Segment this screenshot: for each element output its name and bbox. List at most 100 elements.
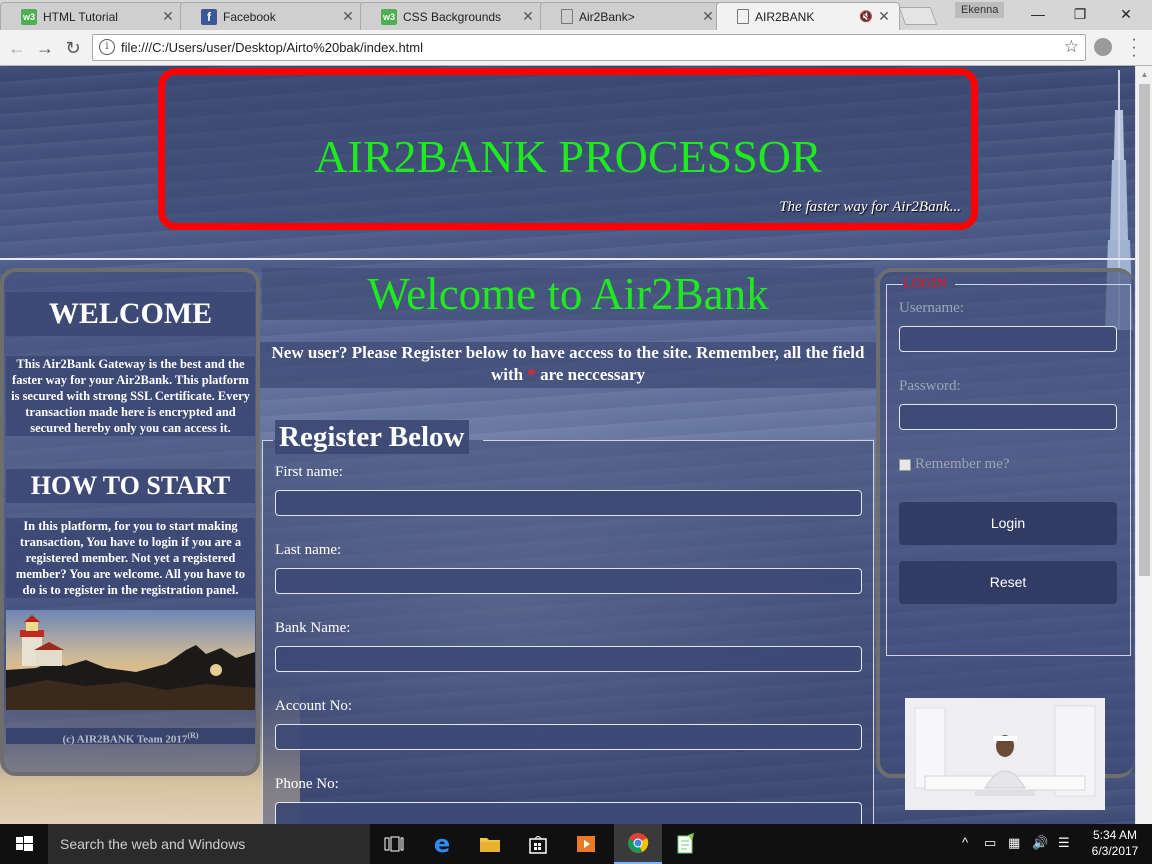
- password-label: Password:: [899, 378, 961, 394]
- store-icon[interactable]: [514, 824, 562, 864]
- web-page: AIR2BANK PROCESSOR The faster way for Ai…: [0, 66, 1135, 824]
- last-name-label: Last name:: [275, 542, 342, 558]
- site-tagline: The faster way for Air2Bank...: [779, 199, 961, 215]
- account-no-input[interactable]: [275, 724, 862, 750]
- tab-air2bank-processor[interactable]: Air2Bank> ✕: [540, 2, 724, 30]
- welcome-heading: WELCOME: [6, 292, 255, 336]
- info-icon[interactable]: i: [99, 39, 115, 55]
- browser-chrome: w3 HTML Tutorial ✕ f Facebook ✕ w3 CSS B…: [0, 0, 1152, 66]
- tab-title: Air2Bank>: [579, 9, 635, 24]
- register-legend: Register Below: [275, 420, 469, 454]
- bank-name-input[interactable]: [275, 646, 862, 672]
- bookmark-star-icon[interactable]: ☆: [1064, 37, 1079, 57]
- login-legend: LOGIN: [903, 276, 947, 291]
- site-header: AIR2BANK PROCESSOR The faster way for Ai…: [158, 68, 978, 230]
- close-icon[interactable]: ✕: [701, 8, 715, 25]
- remember-me-checkbox[interactable]: [899, 459, 911, 471]
- copyright-footer: (c) AIR2BANK Team 2017(R): [6, 728, 255, 746]
- profile-name[interactable]: Ekenna: [955, 2, 1005, 18]
- url-text[interactable]: file:///C:/Users/user/Desktop/Airto%20ba…: [121, 40, 423, 55]
- required-asterisk: *: [527, 365, 536, 384]
- lighthouse-image: [6, 610, 255, 710]
- tab-title: CSS Backgrounds: [403, 9, 502, 24]
- password-input[interactable]: [899, 404, 1117, 430]
- clock-date: 6/3/2017: [1091, 844, 1139, 858]
- mute-icon[interactable]: 🔇: [859, 10, 873, 23]
- registration-notice: New user? Please Register below to have …: [260, 342, 876, 388]
- notifications-icon[interactable]: ☰: [1058, 835, 1070, 851]
- document-icon: [561, 9, 573, 24]
- last-name-input[interactable]: [275, 568, 862, 594]
- close-window-icon[interactable]: ✕: [1114, 4, 1138, 24]
- browser-toolbar: ← → ↻ i file:///C:/Users/user/Desktop/Ai…: [0, 30, 1152, 66]
- close-icon[interactable]: ✕: [161, 8, 175, 25]
- username-input[interactable]: [899, 326, 1117, 352]
- tab-strip: w3 HTML Tutorial ✕ f Facebook ✕ w3 CSS B…: [0, 0, 1152, 30]
- first-name-input[interactable]: [275, 490, 862, 516]
- chrome-icon[interactable]: [614, 824, 662, 864]
- tab-facebook[interactable]: f Facebook ✕: [180, 2, 364, 30]
- how-to-start-heading: HOW TO START: [6, 469, 255, 503]
- minimize-icon[interactable]: —: [1026, 4, 1050, 24]
- address-bar[interactable]: i file:///C:/Users/user/Desktop/Airto%20…: [92, 34, 1086, 61]
- edge-browser-icon[interactable]: e: [418, 824, 466, 864]
- login-button[interactable]: Login: [899, 502, 1117, 545]
- close-icon[interactable]: ✕: [877, 8, 891, 25]
- close-icon[interactable]: ✕: [341, 8, 355, 25]
- tab-html-tutorial[interactable]: w3 HTML Tutorial ✕: [0, 2, 184, 30]
- reload-icon[interactable]: ↻: [62, 37, 84, 59]
- page-scrollbar[interactable]: ▲: [1135, 66, 1152, 824]
- bank-name-label: Bank Name:: [275, 620, 351, 636]
- battery-icon[interactable]: ▭: [984, 835, 996, 851]
- w3schools-icon: w3: [21, 8, 37, 25]
- task-view-icon[interactable]: [370, 824, 418, 864]
- new-tab-button[interactable]: [898, 7, 938, 25]
- tab-css-backgrounds[interactable]: w3 CSS Backgrounds ✕: [360, 2, 544, 30]
- how-to-start-text: In this platform, for you to start makin…: [6, 518, 255, 598]
- notepad-plus-plus-icon[interactable]: [662, 824, 710, 864]
- windows-taskbar: Search the web and Windows e ^ ▭ ▦ 🔊 ☰ 5…: [0, 824, 1152, 864]
- username-label: Username:: [899, 300, 964, 316]
- close-icon[interactable]: ✕: [521, 8, 535, 25]
- copyright-text: (c) AIR2BANK Team 2017: [62, 733, 188, 746]
- restore-icon[interactable]: ❐: [1068, 4, 1092, 24]
- reset-button[interactable]: Reset: [899, 561, 1117, 604]
- network-icon[interactable]: ▦: [1008, 835, 1020, 851]
- header-divider: [0, 258, 1135, 260]
- w3schools-icon: w3: [381, 8, 397, 25]
- facebook-icon: f: [201, 8, 217, 25]
- tab-air2bank[interactable]: AIR2BANK 🔇 ✕: [716, 2, 900, 30]
- menu-icon[interactable]: · · ·: [1126, 32, 1142, 64]
- clock[interactable]: 5:34 AM 6/3/2017: [1082, 827, 1148, 859]
- login-form: LOGIN Username: Password: Remember me? L…: [886, 276, 1131, 656]
- first-name-label: First name:: [275, 464, 343, 480]
- clock-time: 5:34 AM: [1092, 828, 1138, 842]
- scroll-thumb[interactable]: [1139, 84, 1150, 576]
- tab-title: Facebook: [223, 9, 276, 24]
- forward-icon[interactable]: →: [34, 37, 56, 59]
- welcome-title: Welcome to Air2Bank: [262, 268, 874, 320]
- register-form: Register Below First name: Last name: Ba…: [262, 420, 874, 824]
- back-icon[interactable]: ←: [6, 37, 28, 59]
- account-no-label: Account No:: [275, 698, 353, 714]
- scroll-up-arrow-icon[interactable]: ▲: [1136, 66, 1152, 83]
- phone-no-label: Phone No:: [275, 776, 339, 792]
- taskbar-search-input[interactable]: Search the web and Windows: [48, 824, 370, 864]
- file-explorer-icon[interactable]: [466, 824, 514, 864]
- windows-start-icon[interactable]: [0, 824, 48, 864]
- welcome-text: This Air2Bank Gateway is the best and th…: [6, 356, 255, 436]
- chevron-up-icon[interactable]: ^: [962, 835, 968, 850]
- info-sidebar: WELCOME This Air2Bank Gateway is the bes…: [0, 268, 260, 776]
- registered-mark: (R): [187, 731, 199, 740]
- document-icon: [737, 9, 749, 24]
- phone-no-input[interactable]: [275, 802, 862, 824]
- media-player-icon[interactable]: [562, 824, 610, 864]
- volume-icon[interactable]: 🔊: [1032, 835, 1048, 851]
- remember-me-label[interactable]: Remember me?: [915, 456, 1010, 473]
- tab-title: HTML Tutorial: [43, 9, 118, 24]
- site-title: AIR2BANK PROCESSOR: [314, 131, 822, 182]
- extension-icon[interactable]: [1094, 38, 1112, 56]
- notice-text-after: are neccessary: [535, 365, 646, 384]
- person-video-thumbnail[interactable]: [905, 698, 1105, 810]
- tab-title: AIR2BANK: [755, 9, 815, 24]
